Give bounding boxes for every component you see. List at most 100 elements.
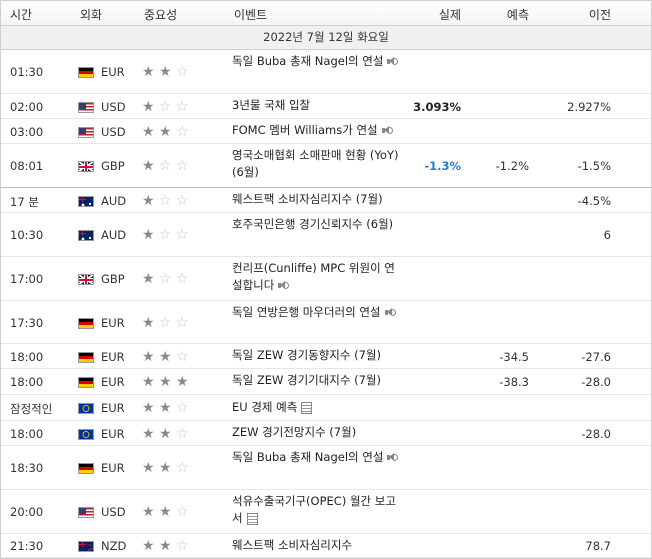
currency-code: EUR: [101, 427, 125, 441]
star-icon: ★: [159, 504, 172, 520]
event-time: 17:30: [10, 316, 44, 330]
previous-value: -27.6: [581, 350, 611, 364]
table-row[interactable]: 18:00 EUR ★ ★ ☆ 독일 ZEW 경기동향지수 (7월) -34.5 -27.6: [1, 344, 651, 369]
star-icon: ☆: [176, 271, 189, 287]
event-time: 18:00: [10, 427, 44, 441]
star-icon: ☆: [176, 124, 189, 140]
table-row[interactable]: 18:30 EUR ★ ★ ☆ 독일 Buba 총재 Nagel의 연설: [1, 446, 651, 490]
star-icon: ☆: [159, 99, 172, 115]
event-label[interactable]: ZEW 경기전망지수 (7월): [232, 425, 356, 439]
table-row[interactable]: 17:30 EUR ★ ☆ ☆ 독일 연방은행 마우더러의 연설: [1, 301, 651, 344]
star-icon: ★: [159, 400, 172, 416]
event-name[interactable]: 독일 ZEW 경기기대지수 (7월): [232, 372, 404, 389]
forecast-value: -34.5: [499, 350, 529, 364]
star-icon: ★: [142, 426, 155, 442]
document-icon: [246, 512, 258, 525]
star-icon: ★: [142, 460, 155, 476]
event-label[interactable]: 웨스트팩 소비자심리지수 (7월): [232, 192, 383, 206]
event-name[interactable]: 웨스트팩 소비자심리지수: [232, 537, 404, 554]
importance-stars: ★ ★ ☆: [142, 539, 198, 553]
header-importance[interactable]: 중요성: [144, 6, 177, 23]
event-label[interactable]: 3년물 국채 입찰: [232, 98, 310, 112]
table-row[interactable]: 21:30 NZD ★ ★ ☆ 웨스트팩 소비자심리지수 78.7: [1, 534, 651, 558]
event-label[interactable]: EU 경제 예측: [232, 400, 297, 414]
table-row[interactable]: 10:30 AUD ★ ☆ ☆ 호주국민은행 경기신뢰지수 (6월) 6: [1, 213, 651, 257]
event-name[interactable]: 웨스트팩 소비자심리지수 (7월): [232, 191, 404, 208]
previous-value: -28.0: [581, 375, 611, 389]
header-actual[interactable]: 실제: [439, 6, 461, 23]
table-row[interactable]: 02:00 USD ★ ☆ ☆ 3년물 국채 입찰 3.093% 2.927%: [1, 94, 651, 119]
event-label[interactable]: 독일 Buba 총재 Nagel의 연설: [232, 54, 383, 68]
star-icon: ☆: [176, 504, 189, 520]
currency-code: GBP: [101, 159, 125, 173]
event-label[interactable]: 웨스트팩 소비자심리지수: [232, 538, 352, 552]
star-icon: ☆: [176, 460, 189, 476]
header-event[interactable]: 이벤트: [234, 6, 267, 23]
star-icon: ☆: [176, 99, 189, 115]
event-time: 잠정적인: [10, 402, 53, 416]
event-name[interactable]: 독일 Buba 총재 Nagel의 연설: [232, 449, 404, 466]
event-label[interactable]: 독일 Buba 총재 Nagel의 연설: [232, 450, 383, 464]
table-row[interactable]: 03:00 USD ★ ★ ☆ FOMC 멤버 Williams가 연설: [1, 119, 651, 144]
header-currency[interactable]: 외화: [80, 6, 102, 23]
star-icon: ★: [159, 124, 172, 140]
event-label[interactable]: FOMC 멤버 Williams가 연설: [232, 123, 378, 137]
currency-code: USD: [101, 125, 126, 139]
uk-flag-icon: [78, 274, 94, 285]
star-icon: ☆: [176, 538, 189, 554]
table-row[interactable]: 18:00 EUR ★ ★ ☆ ZEW 경기전망지수 (7월) -28.0: [1, 421, 651, 446]
star-icon: ★: [176, 374, 189, 390]
event-label[interactable]: 독일 ZEW 경기기대지수 (7월): [232, 373, 381, 387]
table-row[interactable]: 08:01 GBP ★ ☆ ☆ 영국소매협회 소매판매 현황 (YoY) (6월) -1.3…: [1, 144, 651, 188]
header-time[interactable]: 시간: [10, 6, 32, 23]
event-time: 18:00: [10, 375, 44, 389]
event-name[interactable]: 독일 연방은행 마우더러의 연설: [232, 304, 404, 321]
star-icon: ★: [142, 400, 155, 416]
event-time: 02:00: [10, 100, 44, 114]
table-row[interactable]: 17 분 AUD ★ ☆ ☆ 웨스트팩 소비자심리지수 (7월) -4.5%: [1, 188, 651, 213]
table-header: 시간 외화 중요성 이벤트 실제 예측 이전: [1, 1, 651, 26]
star-icon: ☆: [159, 271, 172, 287]
germany-flag-icon: [78, 352, 94, 363]
speaker-icon: [387, 56, 399, 67]
table-row[interactable]: 잠정적인 EUR ★ ★ ☆ EU 경제 예측: [1, 395, 651, 421]
event-name[interactable]: 컨리프(Cunliffe) MPC 위원이 연설합니다: [232, 260, 404, 294]
event-name[interactable]: 독일 ZEW 경기동향지수 (7월): [232, 347, 404, 364]
table-row[interactable]: 20:00 USD ★ ★ ☆ 석유수출국기구(OPEC) 월간 보고서: [1, 490, 651, 534]
economic-calendar: 시간 외화 중요성 이벤트 실제 예측 이전 2022년 7월 12일 화요일 …: [0, 0, 652, 559]
event-name[interactable]: EU 경제 예측: [232, 399, 404, 416]
star-icon: ☆: [176, 426, 189, 442]
event-name[interactable]: 석유수출국기구(OPEC) 월간 보고서: [232, 493, 404, 527]
event-label[interactable]: 영국소매협회 소매판매 현황 (YoY) (6월): [232, 148, 398, 179]
currency-code: USD: [101, 505, 126, 519]
star-icon: ★: [159, 460, 172, 476]
event-name[interactable]: 영국소매협회 소매판매 현황 (YoY) (6월): [232, 147, 404, 181]
star-icon: ★: [142, 99, 155, 115]
previous-value: -4.5%: [577, 194, 611, 208]
event-label[interactable]: 독일 ZEW 경기동향지수 (7월): [232, 348, 381, 362]
table-row[interactable]: 01:30 EUR ★ ★ ☆ 독일 Buba 총재 Nagel의 연설: [1, 50, 651, 94]
header-forecast[interactable]: 예측: [507, 6, 529, 23]
event-name[interactable]: 독일 Buba 총재 Nagel의 연설: [232, 53, 404, 70]
event-name[interactable]: 호주국민은행 경기신뢰지수 (6월): [232, 216, 404, 233]
event-name[interactable]: 3년물 국채 입찰: [232, 97, 404, 114]
event-label[interactable]: 컨리프(Cunliffe) MPC 위원이 연설합니다: [232, 261, 395, 292]
event-label[interactable]: 독일 연방은행 마우더러의 연설: [232, 305, 381, 319]
star-icon: ☆: [176, 315, 189, 331]
speaker-icon: [278, 280, 290, 291]
event-name[interactable]: FOMC 멤버 Williams가 연설: [232, 122, 404, 139]
table-row[interactable]: 18:00 EUR ★ ★ ★ 독일 ZEW 경기기대지수 (7월) -38.3 -28.0: [1, 369, 651, 395]
event-label[interactable]: 호주국민은행 경기신뢰지수 (6월): [232, 217, 393, 231]
previous-value: 6: [603, 228, 611, 242]
event-time: 08:01: [10, 159, 44, 173]
event-name[interactable]: ZEW 경기전망지수 (7월): [232, 424, 404, 441]
currency-code: EUR: [101, 401, 125, 415]
header-previous[interactable]: 이전: [589, 6, 611, 23]
event-time: 03:00: [10, 125, 44, 139]
event-time: 18:00: [10, 350, 44, 364]
star-icon: ★: [142, 158, 155, 174]
table-row[interactable]: 17:00 GBP ★ ☆ ☆ 컨리프(Cunliffe) MPC 위원이 연설합니다: [1, 257, 651, 301]
event-time: 17:00: [10, 272, 44, 286]
importance-stars: ★ ★ ☆: [142, 427, 198, 441]
importance-stars: ★ ☆ ☆: [142, 228, 198, 242]
